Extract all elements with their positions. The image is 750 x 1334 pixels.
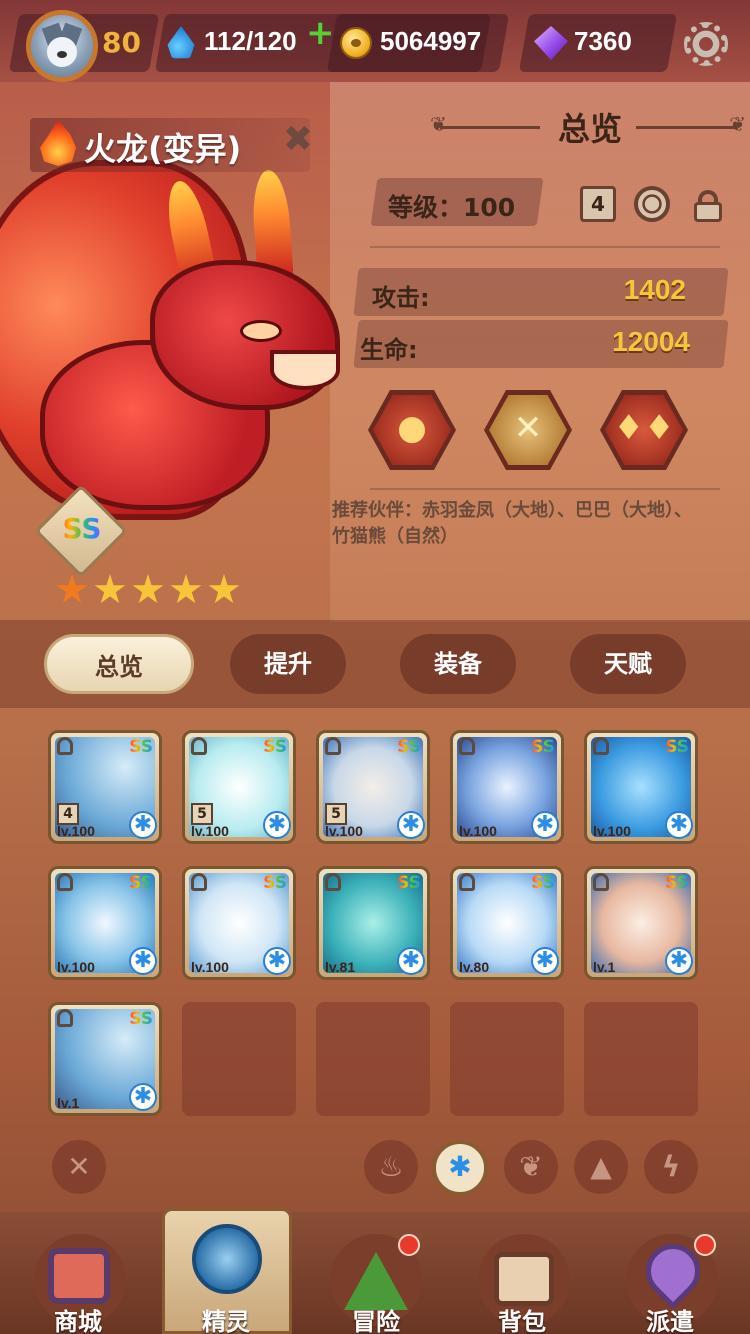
pet-card[interactable]: SS lv.1 ✱: [48, 1002, 162, 1116]
empty-slot: [182, 1002, 296, 1116]
pet-name: 火龙(变异): [84, 130, 242, 168]
title-ornament-right: [636, 112, 746, 136]
lock-icon: [593, 873, 609, 891]
ice-filter-icon[interactable]: ✱: [432, 1140, 488, 1196]
add-stamina-icon[interactable]: +: [306, 16, 335, 50]
ice-element-icon: ✱: [397, 811, 425, 839]
notification-dot: [694, 1234, 716, 1256]
twin-flame-icon: ♦♦: [613, 408, 675, 448]
ice-element-icon: ✱: [665, 947, 693, 975]
stamina-value: 112/120: [204, 26, 297, 56]
crossed-swords-icon: ✕: [513, 408, 543, 448]
settings-gear-icon[interactable]: [684, 22, 728, 66]
pet-card[interactable]: SS lv.1 ✱: [584, 866, 698, 980]
star-icon: [208, 574, 240, 604]
pet-card[interactable]: SS 5 lv.100 ✱: [316, 730, 430, 844]
attack-value: 1402: [623, 274, 686, 305]
ice-element-icon: ✱: [129, 811, 157, 839]
ice-element-icon: ✱: [263, 947, 291, 975]
ice-element-icon: ✱: [397, 947, 425, 975]
fire-orb-icon: ●: [397, 408, 427, 448]
lock-icon: [593, 737, 609, 755]
nav-adventure-label: 冒险: [352, 1308, 400, 1334]
ring-icon[interactable]: [634, 186, 670, 222]
pet-card[interactable]: SS 5 lv.100 ✱: [182, 730, 296, 844]
lock-icon: [325, 873, 341, 891]
ice-element-icon: ✱: [665, 811, 693, 839]
player-avatar[interactable]: [26, 10, 98, 82]
pet-card[interactable]: SS lv.100 ✱: [584, 730, 698, 844]
coin-icon: [340, 27, 372, 59]
notification-dot: [398, 1234, 420, 1256]
lock-icon[interactable]: [692, 190, 724, 222]
nav-dispatch-label: 派遣: [646, 1308, 694, 1334]
pet-level: 等级：100: [388, 193, 516, 222]
star-icon: [56, 574, 88, 604]
hp-value: 12004: [612, 326, 690, 357]
pet-card[interactable]: SS lv.80 ✱: [450, 866, 564, 980]
ice-element-icon: ✱: [129, 1083, 157, 1111]
tab-equipment[interactable]: 装备: [400, 634, 516, 694]
player-level: 80: [102, 26, 141, 59]
lock-icon: [57, 1009, 73, 1027]
lightning-filter-icon[interactable]: ϟ: [644, 1140, 698, 1194]
pet-card[interactable]: SS lv.100 ✱: [450, 730, 564, 844]
pet-card[interactable]: SS lv.81 ✱: [316, 866, 430, 980]
divider: [370, 488, 720, 490]
fire-filter-icon[interactable]: ♨: [364, 1140, 418, 1194]
pet-card[interactable]: SS lv.100 ✱: [182, 866, 296, 980]
nav-bag-label: 背包: [498, 1308, 546, 1334]
lock-icon: [325, 737, 341, 755]
empty-slot: [316, 1002, 430, 1116]
ice-element-icon: ✱: [129, 947, 157, 975]
pet-card[interactable]: SS 4 lv.100 ✱: [48, 730, 162, 844]
empty-slot: [450, 1002, 564, 1116]
star-icon: [94, 574, 126, 604]
rank-chip[interactable]: 4: [580, 186, 616, 222]
lock-icon: [459, 737, 475, 755]
bag-icon: [494, 1252, 554, 1306]
ice-element-icon: ✱: [263, 811, 291, 839]
earth-filter-icon[interactable]: ▲: [574, 1140, 628, 1194]
nav-shop-label: 商城: [54, 1308, 102, 1334]
recommended-partners: 推荐伙伴：赤羽金凤（大地）、巴巴（大地）、竹猫熊（自然）: [332, 500, 692, 547]
ice-element-icon: ✱: [531, 811, 559, 839]
hp-label: 生命:: [360, 336, 418, 364]
lock-icon: [191, 873, 207, 891]
coin-value: 5064997: [380, 26, 482, 56]
rank-label: SS: [58, 512, 106, 545]
star-icon: [132, 574, 164, 604]
lock-icon: [57, 873, 73, 891]
pets-icon: [192, 1224, 262, 1294]
gem-value: 7360: [574, 26, 632, 56]
tab-talent[interactable]: 天赋: [570, 634, 686, 694]
ice-element-icon: ✱: [531, 947, 559, 975]
leaf-filter-icon[interactable]: ❦: [504, 1140, 558, 1194]
divider: [370, 246, 720, 248]
pet-card[interactable]: SS lv.100 ✱: [48, 866, 162, 980]
star-rating: [56, 574, 240, 606]
empty-slot: [584, 1002, 698, 1116]
lock-icon: [57, 737, 73, 755]
star-icon: [170, 574, 202, 604]
nav-pets-label: 精灵: [202, 1308, 250, 1334]
tab-upgrade[interactable]: 提升: [230, 634, 346, 694]
lock-icon: [191, 737, 207, 755]
close-icon[interactable]: ✖: [280, 122, 316, 158]
lock-icon: [459, 873, 475, 891]
clear-filter-icon[interactable]: ✕: [52, 1140, 106, 1194]
attack-label: 攻击:: [372, 284, 430, 312]
shop-icon: [48, 1248, 110, 1304]
tab-overview[interactable]: 总览: [44, 634, 194, 694]
